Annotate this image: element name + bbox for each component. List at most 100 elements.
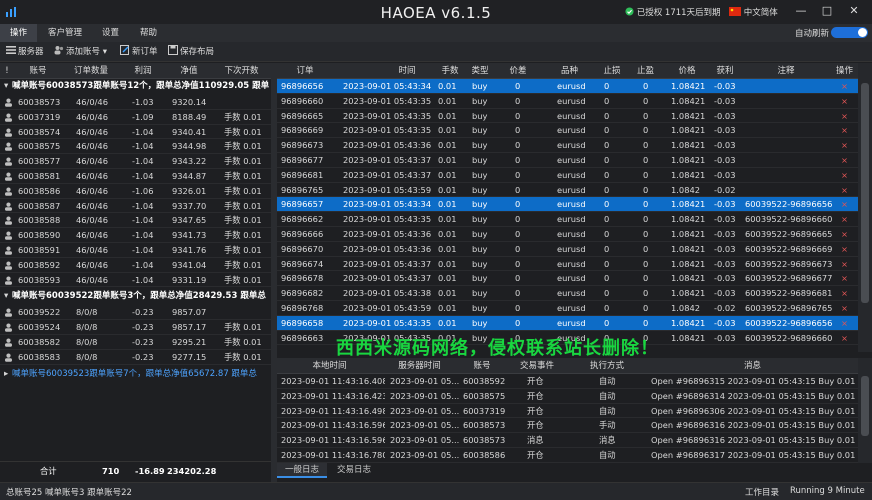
language-selector[interactable]: 中文简体 — [729, 6, 778, 18]
col-price[interactable]: 价格 — [665, 63, 709, 79]
menu-help[interactable]: 帮助 — [130, 24, 167, 42]
account-row[interactable]: 60038582 8/0/8 -0.23 9295.21 手数 0.01 — [0, 335, 271, 350]
account-row[interactable]: 60038593 46/0/46 -1.04 9331.19 手数 0.01 — [0, 273, 271, 288]
col-spread[interactable]: 价差 — [495, 63, 541, 79]
order-row[interactable]: 96896660 2023-09-01 05:43:35 0.01 buy 0 eurus… — [277, 94, 858, 109]
col-order-count[interactable]: 订单数量 — [62, 63, 120, 79]
delete-order-button[interactable]: × — [831, 94, 858, 108]
order-row[interactable]: 96896662 2023-09-01 05:43:35 0.01 buy 0 eurus… — [277, 212, 858, 227]
account-group-header[interactable]: ▾ 喊单账号60038573跟单账号12个，跟单总净值110929.05 跟单 — [0, 79, 271, 94]
order-row[interactable]: 96896765 2023-09-01 05:43:59 0.01 buy 0 eurus… — [277, 183, 858, 198]
orders-scrollbar[interactable] — [858, 63, 872, 352]
order-row[interactable]: 96896674 2023-09-01 05:43:37 0.01 buy 0 eurus… — [277, 257, 858, 272]
delete-order-button[interactable]: × — [831, 257, 858, 271]
col-local-time[interactable]: 本地时间 — [277, 358, 382, 374]
save-layout-button[interactable]: 保存布局 — [168, 45, 214, 59]
col-profit[interactable]: 利润 — [120, 63, 166, 79]
account-row[interactable]: 60038581 46/0/46 -1.04 9344.87 手数 0.01 — [0, 169, 271, 184]
col-comment[interactable]: 注释 — [741, 63, 831, 79]
col-stop-loss[interactable]: 止损 — [598, 63, 626, 79]
add-account-button[interactable]: 添加账号 ▾ — [54, 45, 107, 59]
order-row[interactable]: 96896656 2023-09-01 05:43:34 0.01 buy 0 eurus… — [277, 79, 858, 94]
order-row[interactable]: 96896658 2023-09-01 05:43:35 0.01 buy 0 eurus… — [277, 315, 858, 331]
close-button[interactable]: ✕ — [843, 2, 865, 20]
delete-order-button[interactable]: × — [831, 286, 858, 300]
delete-order-button[interactable]: × — [831, 197, 858, 211]
col-log-account[interactable]: 账号 — [457, 358, 507, 374]
delete-order-button[interactable]: × — [831, 301, 858, 315]
account-row[interactable]: 60038583 8/0/8 -0.23 9277.15 手数 0.01 — [0, 350, 271, 365]
order-row[interactable]: 96896677 2023-09-01 05:43:37 0.01 buy 0 eurus… — [277, 153, 858, 168]
col-gain[interactable]: 获利 — [709, 63, 741, 79]
delete-order-button[interactable]: × — [831, 109, 858, 123]
log-row[interactable]: 2023-09-01 11:43:16.498 2023-09-01 05... 6… — [277, 404, 858, 419]
order-row[interactable]: 96896681 2023-09-01 05:43:37 0.01 buy 0 eurus… — [277, 168, 858, 183]
col-lots[interactable]: 手数 — [435, 63, 465, 79]
delete-order-button[interactable]: × — [831, 331, 858, 345]
account-row[interactable]: 60038574 46/0/46 -1.04 9340.41 手数 0.01 — [0, 125, 271, 140]
col-server-time[interactable]: 服务器时间 — [382, 358, 457, 374]
account-row[interactable]: 60038591 46/0/46 -1.04 9341.76 手数 0.01 — [0, 243, 271, 258]
order-row[interactable]: 96896665 2023-09-01 05:43:35 0.01 buy 0 eurus… — [277, 109, 858, 124]
log-row[interactable]: 2023-09-01 11:43:16.423 2023-09-01 05... 6… — [277, 389, 858, 404]
auto-refresh-toggle[interactable] — [831, 27, 868, 38]
account-row[interactable]: 60038588 46/0/46 -1.04 9347.65 手数 0.01 — [0, 213, 271, 229]
maximize-button[interactable]: □ — [816, 2, 838, 20]
log-scrollbar[interactable] — [858, 358, 872, 463]
col-order[interactable]: 订单 — [277, 63, 333, 79]
menu-operate[interactable]: 操作 — [0, 24, 38, 42]
account-row[interactable]: 60038577 46/0/46 -1.04 9343.22 手数 0.01 — [0, 154, 271, 169]
col-account[interactable]: 账号 — [14, 63, 62, 79]
order-row[interactable]: 96896682 2023-09-01 05:43:38 0.01 buy 0 eurus… — [277, 286, 858, 301]
delete-order-button[interactable]: × — [831, 168, 858, 182]
delete-order-button[interactable]: × — [831, 138, 858, 152]
account-group-header[interactable]: ▸ 喊单账号60039523跟单账号7个，跟单总净值65672.87 跟单总 — [0, 366, 271, 382]
col-take-profit[interactable]: 止盈 — [626, 63, 665, 79]
new-order-button[interactable]: 新订单 — [120, 45, 158, 59]
col-equity[interactable]: 净值 — [166, 63, 212, 79]
log-row[interactable]: 2023-09-01 11:43:16.408 2023-09-01 05... 6… — [277, 374, 858, 389]
account-row[interactable]: 60039524 8/0/8 -0.23 9857.17 手数 0.01 — [0, 320, 271, 335]
delete-order-button[interactable]: × — [831, 316, 858, 330]
order-row[interactable]: 96896670 2023-09-01 05:43:36 0.01 buy 0 eurus… — [277, 242, 858, 257]
delete-order-button[interactable]: × — [831, 212, 858, 226]
log-row[interactable]: 2023-09-01 11:43:16.596 2023-09-01 05... 6… — [277, 433, 858, 448]
account-row[interactable]: 60038590 46/0/46 -1.04 9341.73 手数 0.01 — [0, 228, 271, 243]
order-row[interactable]: 96896768 2023-09-01 05:43:59 0.01 buy 0 eurus… — [277, 301, 858, 316]
tab-trade-log[interactable]: 交易日志 — [329, 463, 379, 478]
tab-general-log[interactable]: 一般日志 — [277, 463, 328, 478]
col-symbol[interactable]: 品种 — [541, 63, 598, 79]
menu-settings[interactable]: 设置 — [92, 24, 129, 42]
work-directory-button[interactable]: 工作目录 — [745, 486, 779, 498]
log-row[interactable]: 2023-09-01 11:43:16.780 2023-09-01 05... 6… — [277, 448, 858, 463]
account-row[interactable]: 60038587 46/0/46 -1.04 9337.70 手数 0.01 — [0, 199, 271, 214]
expand-arrow-icon[interactable]: ▸ — [4, 367, 12, 382]
order-row[interactable]: 96896673 2023-09-01 05:43:36 0.01 buy 0 eurus… — [277, 138, 858, 153]
account-group-header[interactable]: ▾ 喊单账号60039522跟单账号3个，跟单总净值28429.53 跟单总 — [0, 289, 271, 305]
expand-arrow-icon[interactable]: ▾ — [4, 289, 12, 304]
order-row[interactable]: 96896669 2023-09-01 05:43:35 0.01 buy 0 eurus… — [277, 123, 858, 139]
delete-order-button[interactable]: × — [831, 153, 858, 167]
delete-order-button[interactable]: × — [831, 227, 858, 241]
col-message[interactable]: 消息 — [647, 358, 858, 374]
delete-order-button[interactable]: × — [831, 123, 858, 137]
account-row[interactable]: 60038586 46/0/46 -1.06 9326.01 手数 0.01 — [0, 184, 271, 199]
log-scrollbar-thumb[interactable] — [861, 376, 869, 436]
account-row[interactable]: 60039522 8/0/8 -0.23 9857.07 — [0, 305, 271, 321]
expand-arrow-icon[interactable]: ▾ — [4, 79, 12, 94]
delete-order-button[interactable]: × — [831, 271, 858, 285]
server-button[interactable]: 服务器 — [6, 45, 44, 59]
orders-scrollbar-thumb[interactable] — [861, 83, 869, 303]
log-row[interactable]: 2023-09-01 11:43:16.596 2023-09-01 05... 6… — [277, 418, 858, 434]
delete-order-button[interactable]: × — [831, 79, 858, 93]
order-row[interactable]: 96896657 2023-09-01 05:43:34 0.01 buy 0 eurus… — [277, 197, 858, 213]
col-event[interactable]: 交易事件 — [507, 358, 567, 374]
account-row[interactable]: 60038592 46/0/46 -1.04 9341.04 手数 0.01 — [0, 258, 271, 273]
col-action[interactable]: 操作 — [831, 63, 858, 79]
col-next-lots[interactable]: 下次开数 — [212, 63, 271, 79]
menu-customers[interactable]: 客户管理 — [38, 24, 92, 42]
account-row[interactable]: 60038573 46/0/46 -1.03 9320.14 — [0, 95, 271, 110]
delete-order-button[interactable]: × — [831, 183, 858, 197]
delete-order-button[interactable]: × — [831, 242, 858, 256]
col-flag[interactable]: ! — [0, 63, 14, 79]
